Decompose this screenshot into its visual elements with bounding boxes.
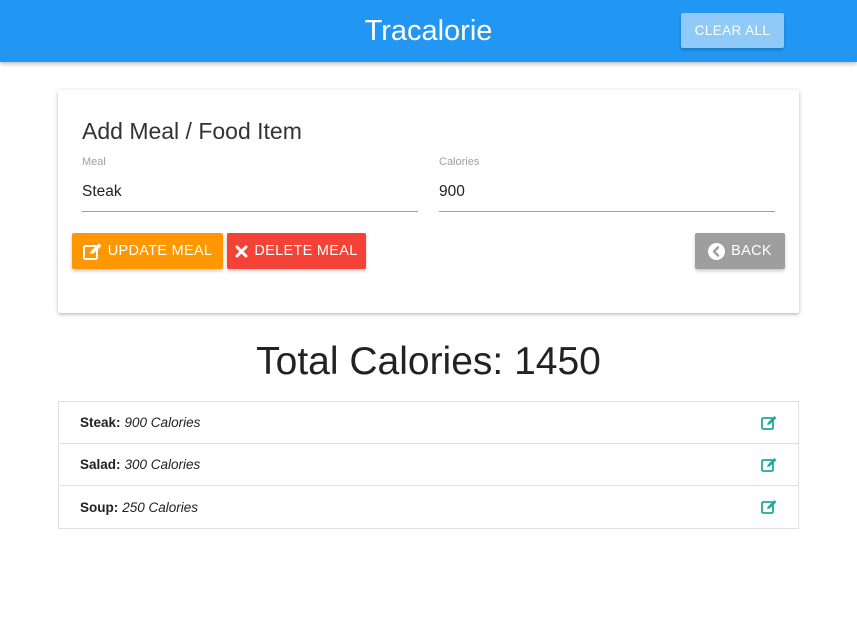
form-title: Add Meal / Food Item xyxy=(82,118,302,144)
calories-field: Calories xyxy=(439,156,775,212)
total-calories: Total Calories: 1450 xyxy=(256,340,601,383)
item-name: Steak: xyxy=(80,415,121,430)
clear-all-button[interactable]: CLEAR ALL xyxy=(681,13,784,48)
meal-list: Steak: 900 Calories Salad: 300 Calories … xyxy=(58,401,799,529)
item-calories: 250 Calories xyxy=(122,499,199,515)
calories-label: Calories xyxy=(439,156,480,168)
item-name: Soup: xyxy=(80,499,119,515)
delete-meal-button[interactable]: DELETE MEAL xyxy=(227,233,366,269)
navbar: Tracalorie CLEAR ALL xyxy=(0,0,857,62)
list-item: Salad: 300 Calories xyxy=(59,444,798,486)
meal-field: Meal xyxy=(82,156,418,212)
calories-input[interactable] xyxy=(439,172,775,212)
close-icon xyxy=(235,245,248,258)
item-calories: 300 Calories xyxy=(124,457,201,472)
meal-input[interactable] xyxy=(82,172,418,212)
back-label: BACK xyxy=(731,243,772,259)
update-meal-label: UPDATE MEAL xyxy=(107,243,213,259)
edit-icon[interactable] xyxy=(761,415,777,431)
meal-form-card: Add Meal / Food Item Meal Calories UPDAT… xyxy=(58,90,799,313)
edit-icon[interactable] xyxy=(761,499,777,515)
delete-meal-label: DELETE MEAL xyxy=(254,243,358,259)
update-meal-button[interactable]: UPDATE MEAL xyxy=(72,233,223,269)
meal-label: Meal xyxy=(82,156,106,168)
item-calories: 900 Calories xyxy=(124,415,201,430)
edit-icon[interactable] xyxy=(761,457,777,473)
edit-icon xyxy=(82,243,102,260)
list-item: Soup: 250 Calories xyxy=(59,486,798,528)
chevron-left-circle-icon xyxy=(708,242,726,260)
list-item: Steak: 900 Calories xyxy=(59,402,798,444)
item-name: Salad: xyxy=(80,457,121,472)
back-button[interactable]: BACK xyxy=(695,233,785,269)
